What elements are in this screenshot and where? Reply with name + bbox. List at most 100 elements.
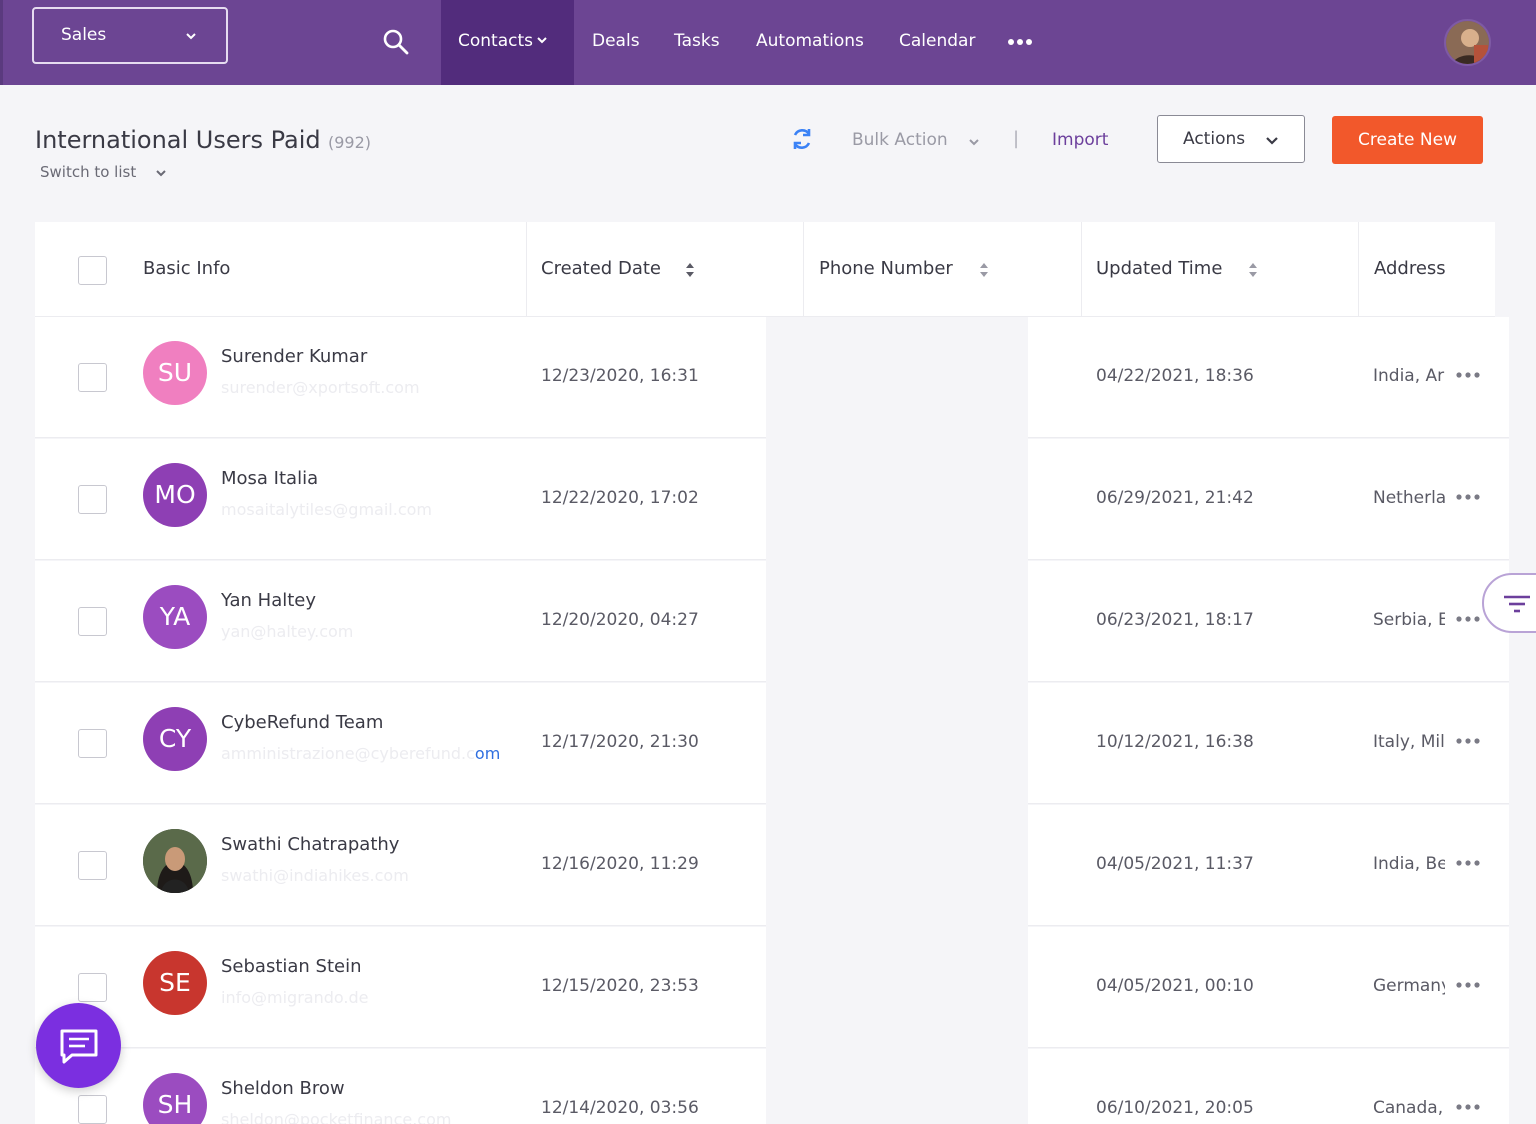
bulk-action-dropdown[interactable]: Bulk Action: [852, 130, 948, 150]
row-checkbox[interactable]: [78, 729, 107, 758]
row-checkbox[interactable]: [78, 973, 107, 1002]
nav-automations[interactable]: Automations: [756, 31, 864, 51]
email-text: amministrazione@cyberefund.c: [221, 744, 475, 763]
contact-email: amministrazione@cyberefund.com: [221, 744, 500, 763]
nav-deals[interactable]: Deals: [592, 31, 640, 51]
address: Netherla: [1373, 488, 1445, 508]
contacts-table: Basic Info Created Date Phone Number Upd…: [35, 222, 1509, 1124]
sort-icon[interactable]: [684, 260, 696, 280]
contact-name[interactable]: CybeRefund Team: [221, 712, 383, 733]
row-more-icon[interactable]: [1455, 369, 1481, 381]
filter-button[interactable]: [1482, 573, 1536, 633]
user-photo: [1446, 21, 1489, 64]
table-row[interactable]: MO Mosa Italia mosaitalytiles@gmail.com …: [35, 439, 1509, 561]
chat-button[interactable]: [36, 1003, 121, 1088]
separator: |: [1013, 128, 1020, 149]
sort-icon[interactable]: [978, 260, 990, 280]
user-avatar[interactable]: [1444, 19, 1491, 66]
contact-name[interactable]: Sebastian Stein: [221, 956, 362, 977]
contact-email: swathi@indiahikes.com: [221, 866, 409, 885]
column-phone-number[interactable]: Phone Number: [819, 258, 953, 279]
nav-calendar[interactable]: Calendar: [899, 31, 975, 51]
row-checkbox[interactable]: [78, 485, 107, 514]
contact-name[interactable]: Yan Haltey: [221, 590, 316, 611]
column-basic-info: Basic Info: [143, 258, 231, 279]
pipeline-label: Sales: [61, 25, 107, 45]
chevron-down-icon: [1266, 137, 1278, 145]
avatar-photo: [143, 829, 207, 893]
sort-icon[interactable]: [1247, 260, 1259, 280]
column-updated-time[interactable]: Updated Time: [1096, 258, 1222, 279]
column-divider: [803, 222, 804, 317]
row-checkbox[interactable]: [78, 1095, 107, 1124]
row-more-icon[interactable]: [1455, 1101, 1481, 1113]
chevron-down-icon: [537, 37, 547, 44]
updated-time: 06/10/2021, 20:05: [1096, 1098, 1254, 1118]
contact-name[interactable]: Surender Kumar: [221, 346, 367, 367]
address: Italy, Mil: [1373, 732, 1445, 752]
column-divider: [526, 222, 527, 317]
column-created-date[interactable]: Created Date: [541, 258, 661, 279]
select-all-checkbox[interactable]: [78, 256, 107, 285]
row-more-icon[interactable]: [1455, 979, 1481, 991]
email-text: yan@haltey.com: [221, 622, 354, 641]
row-more-icon[interactable]: [1455, 613, 1481, 625]
contact-email: yan@haltey.com: [221, 622, 353, 641]
row-checkbox[interactable]: [78, 363, 107, 392]
address: India, Be: [1373, 854, 1445, 874]
chat-icon: [60, 1029, 98, 1064]
table-row[interactable]: SU Surender Kumar surender@xportsoft.com…: [35, 317, 1509, 439]
email-text: sheldon@pocketfinance.com: [221, 1110, 452, 1124]
nav-contacts-label: Contacts: [458, 31, 533, 51]
create-new-button[interactable]: Create New: [1332, 116, 1483, 164]
email-text: mosaitalytiles@gmail.com: [221, 500, 432, 519]
email-text: info@migrando.de: [221, 988, 369, 1007]
avatar: MO: [143, 463, 207, 527]
top-nav: Sales Contacts Deals Tasks Automations C…: [0, 0, 1536, 85]
contact-email: sheldon@pocketfinance.com: [221, 1110, 451, 1124]
updated-time: 10/12/2021, 16:38: [1096, 732, 1254, 752]
chevron-down-icon: [186, 33, 196, 40]
address: India, Ar: [1373, 366, 1445, 386]
filter-icon: [1504, 595, 1530, 613]
table-row[interactable]: SH Sheldon Brow sheldon@pocketfinance.co…: [35, 1049, 1509, 1124]
nav-contacts[interactable]: Contacts: [458, 31, 548, 51]
switch-to-list[interactable]: Switch to list: [40, 163, 136, 181]
table-row[interactable]: YA Yan Haltey yan@haltey.com 12/20/2020,…: [35, 561, 1509, 683]
updated-time: 04/05/2021, 00:10: [1096, 976, 1254, 996]
nav-edge: [0, 0, 3, 85]
email-link-text[interactable]: om: [475, 744, 500, 763]
nav-tasks[interactable]: Tasks: [674, 31, 720, 51]
created-date: 12/20/2020, 04:27: [541, 610, 699, 630]
row-checkbox[interactable]: [78, 607, 107, 636]
import-link[interactable]: Import: [1052, 130, 1108, 150]
record-count: (992): [328, 133, 372, 152]
row-more-icon[interactable]: [1455, 857, 1481, 869]
more-icon[interactable]: [1006, 34, 1036, 50]
row-more-icon[interactable]: [1455, 735, 1481, 747]
row-checkbox[interactable]: [78, 851, 107, 880]
table-row[interactable]: Swathi Chatrapathy swathi@indiahikes.com…: [35, 805, 1509, 927]
avatar: SE: [143, 951, 207, 1015]
actions-button[interactable]: Actions: [1157, 115, 1305, 163]
email-text: swathi@indiahikes.com: [221, 866, 409, 885]
column-address: Address: [1374, 258, 1446, 279]
pipeline-selector[interactable]: Sales: [32, 7, 228, 64]
actions-label: Actions: [1183, 129, 1246, 149]
table-row[interactable]: SE Sebastian Stein info@migrando.de 12/1…: [35, 927, 1509, 1049]
chevron-down-icon[interactable]: [155, 167, 167, 179]
created-date: 12/15/2020, 23:53: [541, 976, 699, 996]
contact-name[interactable]: Sheldon Brow: [221, 1078, 345, 1099]
refresh-icon[interactable]: [789, 126, 815, 152]
column-divider: [1081, 222, 1082, 317]
search-icon[interactable]: [382, 28, 410, 56]
table-row[interactable]: CY CybeRefund Team amministrazione@cyber…: [35, 683, 1509, 805]
column-divider: [1358, 222, 1359, 317]
contact-name[interactable]: Swathi Chatrapathy: [221, 834, 399, 855]
contact-name[interactable]: Mosa Italia: [221, 468, 318, 489]
updated-time: 04/05/2021, 11:37: [1096, 854, 1254, 874]
contact-email: mosaitalytiles@gmail.com: [221, 500, 432, 519]
avatar: SU: [143, 341, 207, 405]
created-date: 12/16/2020, 11:29: [541, 854, 699, 874]
row-more-icon[interactable]: [1455, 491, 1481, 503]
